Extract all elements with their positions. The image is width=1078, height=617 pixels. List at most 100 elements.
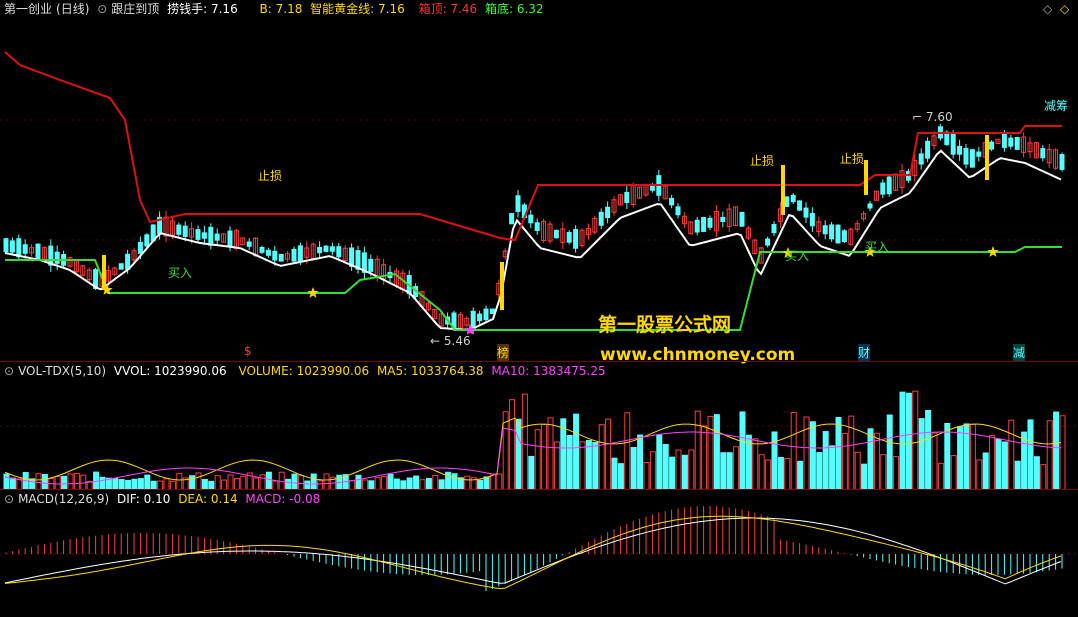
stop-loss-label-3: 止损: [840, 152, 865, 166]
volume-bar: [611, 457, 618, 490]
candle-body: [822, 225, 828, 235]
volume-bar: [3, 473, 10, 490]
candle-body: [918, 153, 924, 165]
volume-toggle-icon[interactable]: ⊙: [4, 364, 14, 378]
volume-bar: [931, 432, 938, 490]
volume-bar: [585, 440, 592, 490]
candle-body: [144, 234, 150, 247]
volume-bar: [227, 474, 234, 490]
candle-body: [797, 200, 803, 211]
volume-bar: [323, 473, 330, 490]
candle-body: [886, 176, 892, 195]
marker-jian: 减: [1013, 344, 1026, 361]
volume-bar: [605, 418, 612, 490]
volume-bar: [643, 461, 650, 490]
candle-body: [720, 216, 726, 222]
volume-bar: [637, 434, 644, 490]
volume-header: ⊙ VOL-TDX(5,10) VVOL: 1023990.06 VOLUME: …: [4, 362, 610, 380]
candle-body: [573, 229, 579, 249]
candle-body: [566, 231, 572, 243]
volume-indicator-name[interactable]: VOL-TDX(5,10): [18, 364, 106, 378]
macd-panel[interactable]: ⊙ MACD(12,26,9) DIF: 0.10 DEA: 0.14 MACD:…: [0, 490, 1078, 617]
volume-panel[interactable]: ⊙ VOL-TDX(5,10) VVOL: 1023990.06 VOLUME: …: [0, 362, 1078, 490]
volume-bar: [432, 474, 439, 490]
diamond-icon[interactable]: ◇: [1043, 2, 1052, 16]
volume-bar: [496, 473, 503, 490]
volume-bar: [1027, 419, 1034, 490]
candle-body: [201, 232, 207, 239]
dif-line: [4, 517, 1062, 585]
volume-bar: [675, 449, 682, 490]
low-price-value: 5.46: [443, 334, 471, 348]
indicator-toggle-icon[interactable]: ⊙: [97, 2, 107, 16]
candle-body: [16, 238, 22, 258]
volume-bar: [867, 428, 874, 490]
price-panel[interactable]: 第一创业 (日线) ⊙ 跟庄到顶 捞钱手: 7.16 B: 7.18 智能黄金线: …: [0, 0, 1078, 365]
candle-body: [509, 213, 515, 225]
volume-bar: [195, 472, 202, 490]
volume-chart[interactable]: [0, 362, 1078, 490]
volume-bar: [816, 452, 823, 490]
diamond-icon-filled[interactable]: ◇: [1060, 2, 1069, 16]
candle-body: [765, 238, 771, 246]
volume-bar: [502, 411, 509, 490]
candle-body: [208, 226, 214, 246]
volume-bar: [784, 458, 791, 490]
candle-body: [624, 191, 630, 203]
volume-bar: [1040, 464, 1047, 490]
volume-bar: [54, 475, 61, 490]
macd-chart[interactable]: [0, 490, 1078, 617]
volume-bar: [1046, 420, 1053, 490]
candle-body: [739, 211, 745, 227]
candle-body: [989, 141, 995, 150]
candle-body: [669, 197, 675, 206]
box-bottom-line: [5, 246, 1062, 331]
price-chart[interactable]: [0, 0, 1078, 362]
stop-loss-label-2: 止损: [750, 154, 775, 168]
candle-body: [515, 195, 521, 212]
volume-bar: [752, 438, 759, 490]
indicator-label-4: 箱底: 6.32: [484, 2, 544, 16]
indicator-label-2: 智能黄金线: 7.16: [310, 2, 405, 16]
volume-bar: [413, 475, 420, 490]
macd-toggle-icon[interactable]: ⊙: [4, 492, 14, 506]
volume-bar: [854, 451, 861, 490]
volume-bar: [886, 414, 893, 490]
candle-body: [195, 229, 201, 240]
volume-bar: [829, 445, 836, 490]
candle-body: [54, 251, 60, 264]
indicator-name[interactable]: 跟庄到顶: [111, 2, 159, 16]
buy-label-3: 买入: [865, 240, 890, 254]
candle-body: [22, 244, 28, 254]
candle-body: [944, 131, 950, 146]
candle-body: [841, 230, 847, 242]
volume-bar: [598, 424, 605, 490]
volume-bar: [1014, 460, 1021, 490]
volume-bar: [265, 471, 272, 490]
volume-bar: [726, 452, 733, 490]
volume-bar: [797, 460, 804, 490]
candle-body: [534, 222, 540, 231]
volume-bar: [662, 444, 669, 490]
candle-body: [1059, 154, 1065, 170]
candle-body: [963, 147, 969, 165]
high-price-value: 7.60: [925, 110, 953, 124]
volume-bar: [809, 421, 816, 490]
volume-bar: [41, 473, 48, 490]
volume-bar: [713, 414, 720, 490]
price-header: 第一创业 (日线) ⊙ 跟庄到顶 捞钱手: 7.16 B: 7.18 智能黄金线: …: [4, 0, 548, 18]
volume-bar: [841, 433, 848, 490]
candle-body: [297, 245, 303, 263]
candle-body: [272, 250, 278, 261]
candle-body: [957, 145, 963, 155]
candle-body: [1008, 137, 1014, 147]
marker-cai: 财: [858, 344, 871, 361]
stop-bar: [781, 165, 785, 215]
volume-bar: [688, 449, 695, 490]
volume-bar: [617, 463, 624, 490]
macd-indicator-name[interactable]: MACD(12,26,9): [18, 492, 109, 506]
volume-bar: [1053, 411, 1060, 490]
volume-bar: [592, 441, 599, 490]
volume-bar: [553, 441, 560, 490]
volume-bar: [873, 432, 880, 490]
